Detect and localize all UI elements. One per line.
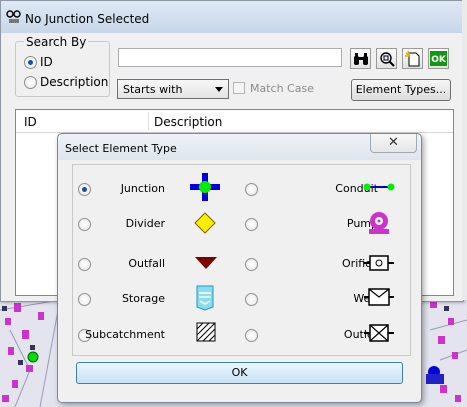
storage-icon [196, 285, 214, 311]
column-header-id[interactable]: ID [24, 115, 37, 129]
radio-junction[interactable] [78, 183, 91, 196]
close-icon: ✕ [388, 135, 399, 150]
orifice-icon [364, 255, 394, 271]
zoom-icon [379, 51, 395, 67]
outlet-icon [364, 324, 394, 342]
map-scrollbar[interactable] [462, 0, 467, 300]
dialog-titlebar: Select Element Type ✕ [58, 134, 421, 160]
radio-pump[interactable] [245, 218, 258, 231]
ok-icon: OK [430, 51, 447, 66]
match-case-checkbox[interactable] [233, 82, 245, 94]
option-subcatchment-label[interactable]: Subcatchment [85, 328, 165, 341]
results-header: ID Description [16, 110, 453, 133]
outfall-icon [195, 257, 217, 269]
search-input[interactable] [118, 48, 342, 67]
close-button[interactable]: ✕ [370, 134, 417, 153]
match-mode-dropdown[interactable]: Starts with [117, 79, 229, 99]
column-separator[interactable] [148, 112, 149, 130]
radio-storage[interactable] [78, 293, 91, 306]
element-types-button[interactable]: Element Types... [351, 79, 451, 101]
window-titlebar: No Junction Selected [1, 1, 463, 33]
binoculars-icon [353, 52, 368, 65]
radio-outlet[interactable] [245, 329, 258, 342]
radio-orifice[interactable] [245, 258, 258, 271]
search-by-legend: Search By [24, 35, 89, 49]
option-junction-label[interactable]: Junction [121, 182, 165, 195]
match-mode-value: Starts with [123, 83, 183, 96]
option-storage-label[interactable]: Storage [122, 292, 165, 305]
radio-divider[interactable] [78, 218, 91, 231]
dialog-title: Select Element Type [65, 142, 177, 155]
new-document-button[interactable] [402, 48, 423, 69]
search-by-group: Search By ID Description [15, 35, 110, 97]
radio-description[interactable] [24, 76, 37, 89]
select-element-type-dialog: Select Element Type ✕ Junction Divider O… [57, 133, 422, 403]
option-outfall-label[interactable]: Outfall [128, 257, 165, 270]
find-button[interactable] [350, 48, 371, 69]
ok-toolbar-button[interactable]: OK [428, 48, 449, 69]
divider-icon [194, 212, 216, 234]
radio-outfall[interactable] [78, 258, 91, 271]
ok-button[interactable]: OK [76, 362, 403, 384]
option-divider-label[interactable]: Divider [126, 217, 165, 230]
new-document-icon [404, 50, 419, 66]
window-title: No Junction Selected [25, 12, 150, 26]
conduit-icon [363, 183, 395, 191]
radio-id[interactable] [24, 56, 37, 69]
element-type-options: Junction Divider Outfall Storage Subcatc… [72, 164, 411, 356]
subcatchment-icon [196, 322, 216, 342]
weir-icon [364, 288, 394, 306]
zoom-button[interactable] [376, 48, 397, 69]
app-icon [6, 10, 21, 23]
radio-description-label[interactable]: Description [40, 75, 108, 89]
match-case-label: Match Case [250, 82, 314, 95]
ok-icon-text: OK [431, 55, 447, 65]
chevron-down-icon [215, 87, 223, 92]
pump-icon [369, 212, 389, 234]
radio-conduit[interactable] [245, 183, 258, 196]
radio-weir[interactable] [245, 293, 258, 306]
column-header-description[interactable]: Description [154, 115, 222, 129]
junction-icon [190, 173, 220, 201]
radio-id-label[interactable]: ID [40, 55, 53, 69]
